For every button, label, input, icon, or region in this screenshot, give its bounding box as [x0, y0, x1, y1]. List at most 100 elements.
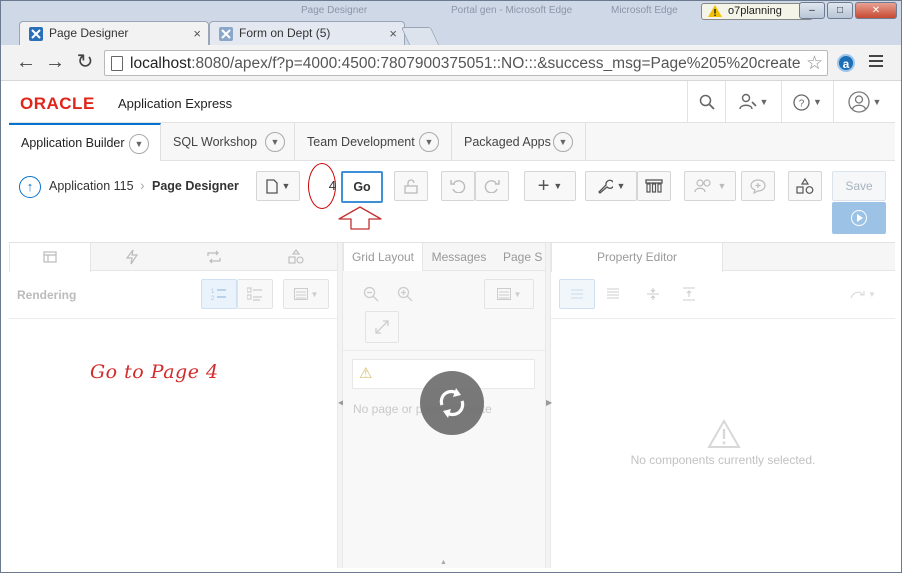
shapes-button[interactable]: [788, 171, 822, 201]
shared-components-button[interactable]: [637, 171, 671, 201]
component-view-button[interactable]: 12: [201, 279, 237, 309]
breadcrumb-separator-icon: ›: [140, 177, 145, 193]
grouped-view-button[interactable]: [237, 279, 273, 309]
collapse-all-button[interactable]: [635, 279, 671, 309]
team-dev-menu-button[interactable]: ▼: [684, 171, 736, 201]
forward-arrow-icon[interactable]: →: [43, 51, 67, 75]
zoom-in-icon: [397, 286, 413, 302]
minimize-button[interactable]: ‒: [799, 2, 825, 19]
close-tab-icon[interactable]: ×: [193, 21, 201, 46]
profile-chip[interactable]: o7planning: [701, 3, 813, 20]
no-components-message: No components currently selected.: [630, 453, 816, 467]
new-tab-button[interactable]: [400, 27, 440, 45]
help-menu[interactable]: ? ▼: [781, 81, 833, 123]
create-menu-button[interactable]: + ▼: [524, 171, 576, 201]
administration-menu[interactable]: ▼: [725, 81, 781, 123]
back-arrow-icon[interactable]: ←: [14, 51, 38, 75]
chevron-down-icon: ▼: [813, 97, 822, 107]
undo-button[interactable]: [441, 171, 475, 201]
bottom-splitter-icon[interactable]: ▲: [440, 559, 447, 566]
zoom-in-button[interactable]: [391, 279, 419, 309]
shapes-icon: [796, 178, 814, 194]
warning-icon: [707, 418, 741, 454]
redo-icon: [484, 180, 500, 193]
go-to-group-button[interactable]: ▼: [843, 279, 883, 309]
tab-dynamic-actions[interactable]: [91, 243, 173, 271]
chevron-down-icon: ▼: [868, 289, 876, 299]
go-button[interactable]: Go: [341, 171, 383, 203]
lock-button[interactable]: [394, 171, 428, 201]
ghost-tab: Portal gen - Microsoft Edge: [451, 5, 573, 16]
chevron-down-icon: ▼: [513, 289, 522, 299]
plus-icon: +: [537, 174, 550, 197]
annotation-arrow-icon: [338, 206, 382, 230]
rendering-toolbar: Rendering 12 ▼: [9, 271, 337, 319]
save-button[interactable]: Save: [832, 171, 886, 201]
tab-shared-components[interactable]: [255, 243, 337, 271]
zoom-out-button[interactable]: [357, 279, 385, 309]
tab-grid-layout[interactable]: Grid Layout: [343, 243, 423, 272]
extension-icon[interactable]: a: [837, 54, 855, 72]
annotation-text: Go to Page 4: [90, 361, 219, 383]
apex-main-tabs: Application Builder ▼ SQL Workshop ▼ Tea…: [9, 123, 895, 162]
right-panel-tabs: Property Editor: [551, 243, 895, 272]
profile-name: o7planning: [728, 5, 782, 17]
chevron-down-icon[interactable]: ▼: [129, 134, 149, 154]
svg-text:1: 1: [211, 289, 215, 295]
chevron-down-icon[interactable]: ▼: [419, 132, 439, 152]
layout-menu-button[interactable]: ▼: [484, 279, 534, 309]
browser-tab-form-on-dept[interactable]: Form on Dept (5) ×: [209, 21, 405, 46]
shared-components-icon: [645, 179, 663, 193]
show-all-button[interactable]: [595, 279, 631, 309]
tab-property-editor[interactable]: Property Editor: [551, 243, 723, 272]
up-arrow-icon[interactable]: ↑: [19, 176, 41, 198]
expand-button[interactable]: [365, 311, 399, 343]
tab-rendering[interactable]: [9, 243, 91, 272]
comments-button[interactable]: [741, 171, 775, 201]
tab-processing[interactable]: [173, 243, 255, 271]
close-tab-icon[interactable]: ×: [389, 21, 397, 46]
chevron-down-icon[interactable]: ▼: [265, 132, 285, 152]
search-button[interactable]: [687, 81, 725, 123]
chevron-down-icon[interactable]: ▼: [553, 132, 573, 152]
breadcrumb-application[interactable]: Application 115: [49, 179, 134, 193]
rendering-tree-icon: [43, 251, 57, 263]
bookmark-star-icon[interactable]: ☆: [806, 52, 823, 75]
browser-window: Page Designer Portal gen - Microsoft Edg…: [0, 0, 902, 573]
page-menu-button[interactable]: ▼: [256, 171, 300, 201]
chevron-down-icon: ▼: [310, 289, 319, 299]
address-bar[interactable]: localhost:8080/apex/f?p=4000:4500:780790…: [104, 50, 828, 76]
warning-icon: ⚠: [359, 365, 373, 382]
browser-toolbar: ← → ↻ localhost:8080/apex/f?p=4000:4500:…: [1, 45, 901, 81]
rendering-menu-button[interactable]: ▼: [283, 279, 329, 309]
show-common-button[interactable]: [559, 279, 595, 309]
expand-all-button[interactable]: [671, 279, 707, 309]
url-text[interactable]: localhost:8080/apex/f?p=4000:4500:780790…: [130, 54, 800, 74]
chevron-down-icon: ▼: [759, 97, 769, 107]
tab-sql-workshop[interactable]: SQL Workshop ▼: [161, 123, 295, 161]
svg-text:?: ?: [799, 98, 805, 109]
close-window-button[interactable]: ✕: [855, 2, 897, 19]
tab-application-builder[interactable]: Application Builder ▼: [9, 123, 161, 162]
redo-button[interactable]: [475, 171, 509, 201]
utilities-menu-button[interactable]: ▼: [585, 171, 637, 201]
middle-panel-tabs: Grid Layout Messages Page S: [343, 243, 545, 272]
browser-tab-page-designer[interactable]: Page Designer ×: [19, 21, 209, 46]
tab-page-search[interactable]: Page S: [495, 243, 545, 271]
tab-team-development[interactable]: Team Development ▼: [295, 123, 452, 161]
product-name: Application Express: [118, 96, 233, 111]
list-menu-icon: [496, 288, 511, 300]
maximize-button[interactable]: □: [827, 2, 853, 19]
user-menu[interactable]: ▼: [833, 81, 895, 123]
tab-messages[interactable]: Messages: [423, 243, 495, 271]
tab-packaged-apps[interactable]: Packaged Apps ▼: [452, 123, 586, 161]
lines-icon: [607, 288, 619, 299]
reload-icon[interactable]: ↻: [73, 51, 97, 75]
rendering-panel: Rendering 12 ▼: [9, 243, 337, 568]
zoom-out-icon: [363, 286, 379, 302]
go-to-group-icon: [850, 291, 865, 299]
run-page-button[interactable]: [832, 202, 886, 234]
page-icon: [265, 178, 278, 194]
menu-icon[interactable]: [869, 55, 883, 70]
loading-spinner: [420, 371, 484, 435]
